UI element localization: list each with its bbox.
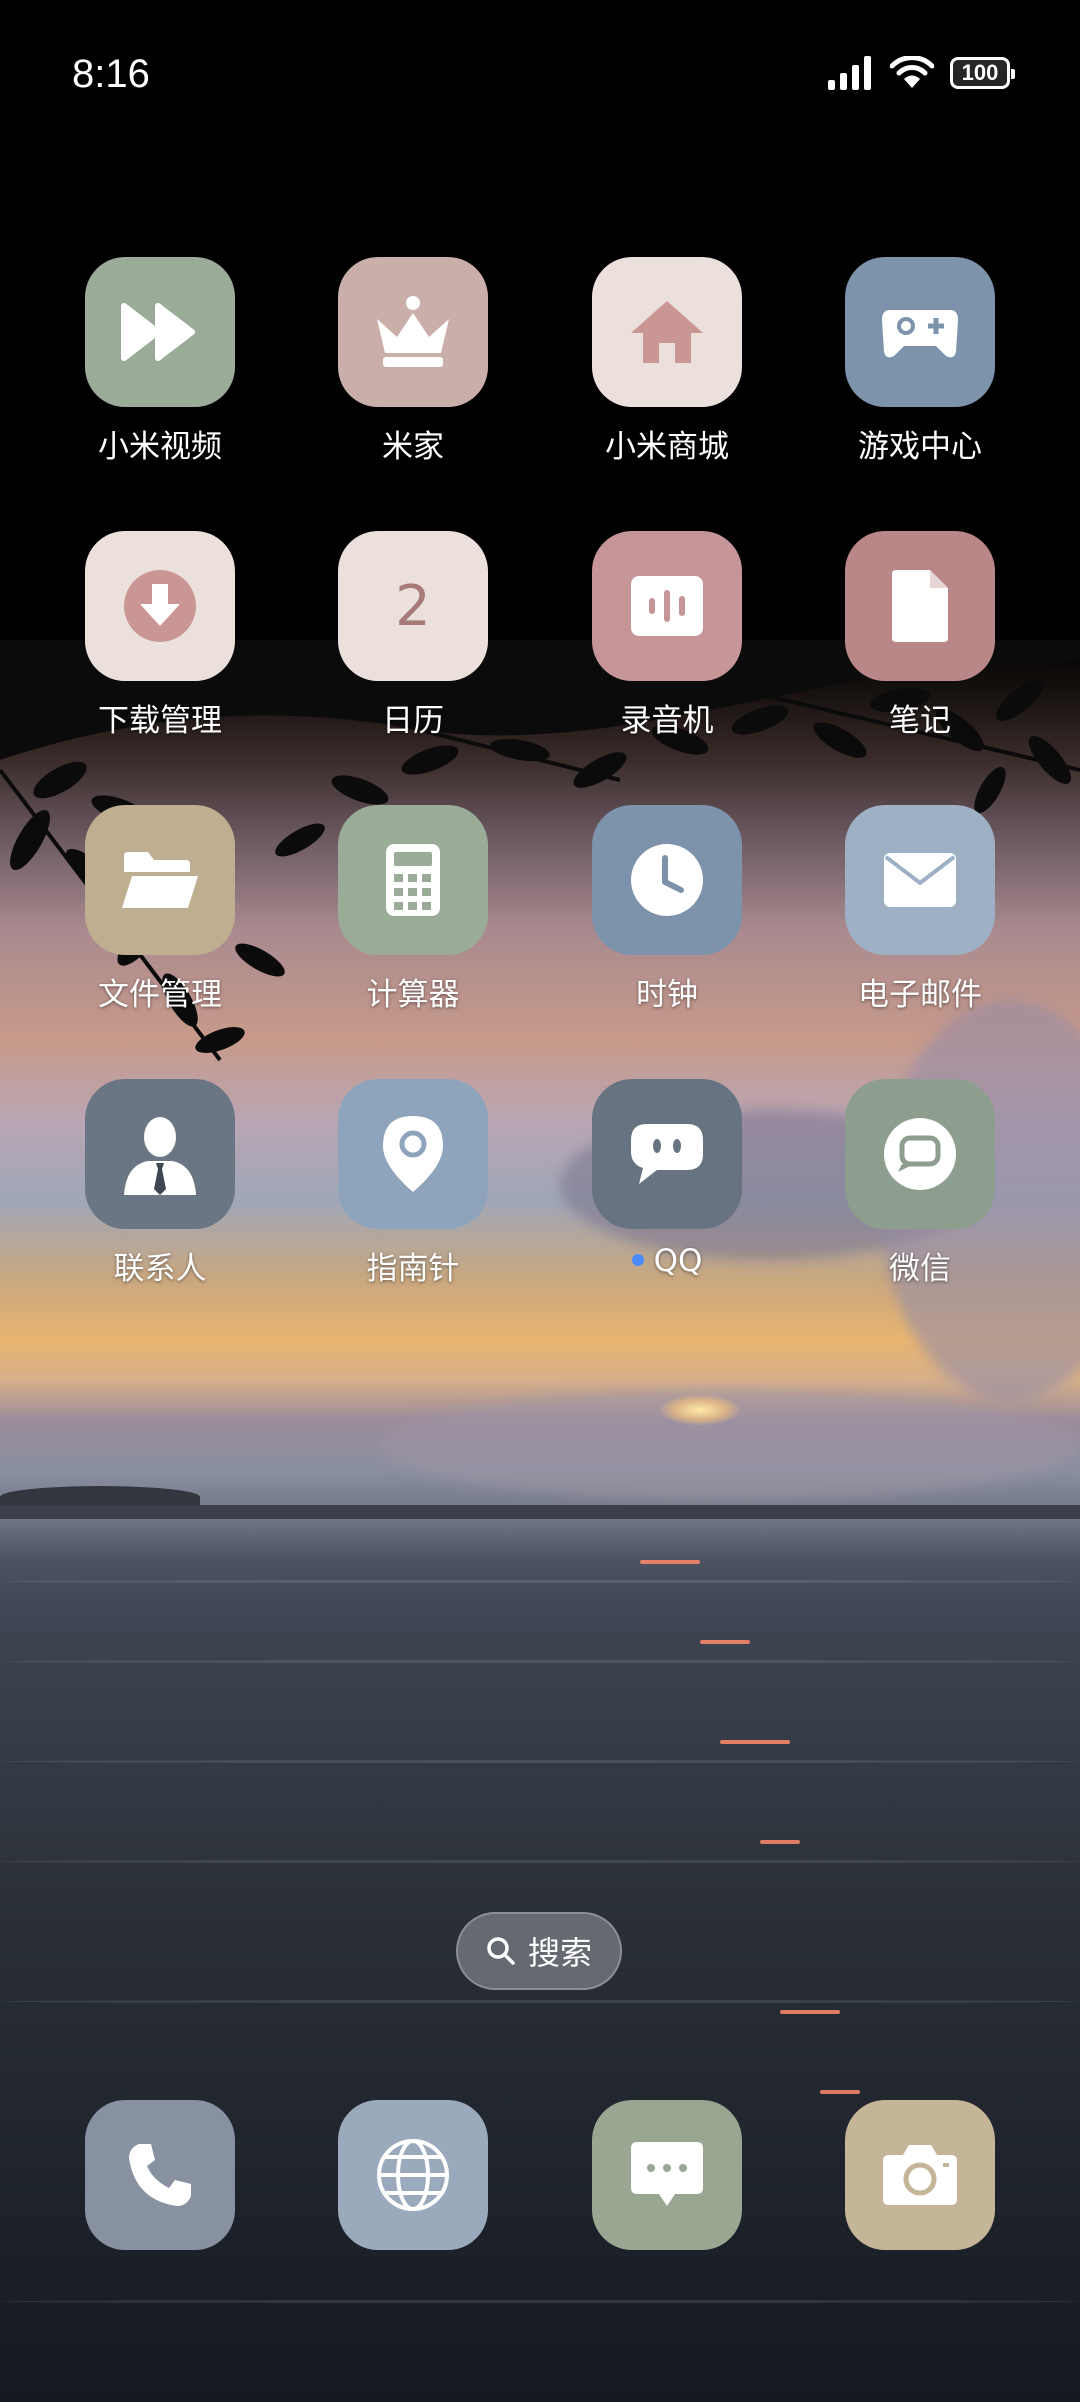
app-icon: [85, 1079, 235, 1229]
horizon: [0, 1505, 1080, 1519]
folder-icon: [122, 852, 198, 908]
clock-time: 8:16: [72, 52, 150, 96]
app-icon: [592, 257, 742, 407]
wave: [0, 1580, 1080, 1583]
app-icon: [85, 531, 235, 681]
app-file-manager[interactable]: 文件管理: [60, 805, 260, 1014]
app-icon: [592, 531, 742, 681]
app-calendar[interactable]: 2 日历: [313, 531, 513, 740]
phone-icon: [129, 2144, 191, 2206]
home-icon: [631, 301, 703, 363]
wave: [0, 2000, 1080, 2003]
gamepad-icon: [882, 310, 958, 358]
cellular-signal-icon: [828, 56, 871, 90]
wave: [0, 1760, 1080, 1763]
wifi-icon: [890, 56, 934, 88]
app-icon: [338, 805, 488, 955]
app-label: 笔记: [889, 703, 951, 739]
app-label-text: QQ: [653, 1243, 703, 1279]
app-mijia[interactable]: 米家: [313, 257, 513, 466]
app-compass[interactable]: 指南针: [313, 1079, 513, 1288]
dock-phone[interactable]: [85, 2100, 235, 2250]
app-notes[interactable]: 笔记: [820, 531, 1020, 740]
location-pin-icon: [383, 1116, 443, 1192]
sun-glint: [780, 2010, 840, 2014]
chat-bubble-icon: [631, 1124, 703, 1184]
dock-messages[interactable]: [592, 2100, 742, 2250]
wave: [0, 2300, 1080, 2303]
calendar-day: 2: [395, 573, 431, 639]
app-icon: [845, 257, 995, 407]
dock-camera[interactable]: [845, 2100, 995, 2250]
app-icon: [338, 257, 488, 407]
app-xiaomi-video[interactable]: 小米视频: [60, 257, 260, 466]
app-icon: [592, 1079, 742, 1229]
status-bar: 8:16 100: [0, 0, 1080, 150]
app-label: 小米视频: [98, 429, 222, 465]
clock-icon: [631, 844, 703, 916]
app-label: 米家: [382, 429, 444, 465]
app-label: 小米商城: [605, 429, 729, 465]
sun-glint: [760, 1840, 800, 1844]
calendar-icon: 2: [338, 531, 488, 681]
sun: [660, 1395, 740, 1425]
camera-icon: [883, 2145, 957, 2205]
app-recorder[interactable]: 录音机: [567, 531, 767, 740]
app-icon: [845, 531, 995, 681]
app-xiaomi-mall[interactable]: 小米商城: [567, 257, 767, 466]
app-label: 录音机: [620, 703, 714, 739]
mail-icon: [884, 853, 956, 907]
app-label: 日历: [382, 703, 444, 739]
app-icon: [592, 805, 742, 955]
message-icon: [631, 2142, 703, 2206]
sun-glint: [820, 2090, 860, 2094]
home-screen: 8:16 100 小米视频 米家 小米商城 游戏中心 下载管理 2 日历 录音机…: [0, 0, 1080, 2402]
app-icon: [845, 1079, 995, 1229]
app-download-manager[interactable]: 下载管理: [60, 531, 260, 740]
fast-forward-icon: [121, 303, 195, 361]
app-label: 文件管理: [98, 977, 222, 1013]
globe-icon: [377, 2139, 449, 2211]
app-icon: [85, 257, 235, 407]
sun-glint: [640, 1560, 700, 1564]
app-label: 微信: [889, 1251, 951, 1287]
download-icon: [124, 570, 196, 642]
search-button[interactable]: 搜索: [456, 1912, 622, 1990]
battery-icon: 100: [950, 57, 1015, 89]
app-qq[interactable]: QQ: [567, 1079, 767, 1279]
note-icon: [892, 570, 948, 642]
search-label: 搜索: [527, 1935, 592, 1971]
notification-dot: [631, 1253, 644, 1266]
app-label: QQ: [567, 1243, 767, 1279]
app-game-center[interactable]: 游戏中心: [820, 257, 1020, 466]
app-wechat[interactable]: 微信: [820, 1079, 1020, 1288]
app-label: 联系人: [113, 1251, 207, 1287]
app-label: 下载管理: [98, 703, 222, 739]
battery-level: 100: [961, 60, 999, 85]
sun-glint: [720, 1740, 790, 1744]
contact-icon: [124, 1117, 196, 1195]
app-label: 电子邮件: [858, 977, 982, 1013]
app-icon: [85, 805, 235, 955]
app-icon: [338, 1079, 488, 1229]
recorder-icon: [631, 576, 703, 636]
app-label: 指南针: [366, 1251, 460, 1287]
app-icon: [845, 805, 995, 955]
app-clock[interactable]: 时钟: [567, 805, 767, 1014]
wave: [0, 1660, 1080, 1663]
status-icons: 100: [828, 56, 1015, 90]
app-email[interactable]: 电子邮件: [820, 805, 1020, 1014]
wechat-icon: [884, 1118, 956, 1190]
app-label: 游戏中心: [858, 429, 982, 465]
sun-glint: [700, 1640, 750, 1644]
app-label: 时钟: [636, 977, 698, 1013]
search-icon: [487, 1937, 515, 1965]
dock-browser[interactable]: [338, 2100, 488, 2250]
app-contacts[interactable]: 联系人: [60, 1079, 260, 1288]
wave: [0, 1860, 1080, 1863]
calculator-icon: [386, 844, 440, 916]
crown-icon: [377, 296, 449, 367]
app-label: 计算器: [366, 977, 460, 1013]
app-calculator[interactable]: 计算器: [313, 805, 513, 1014]
